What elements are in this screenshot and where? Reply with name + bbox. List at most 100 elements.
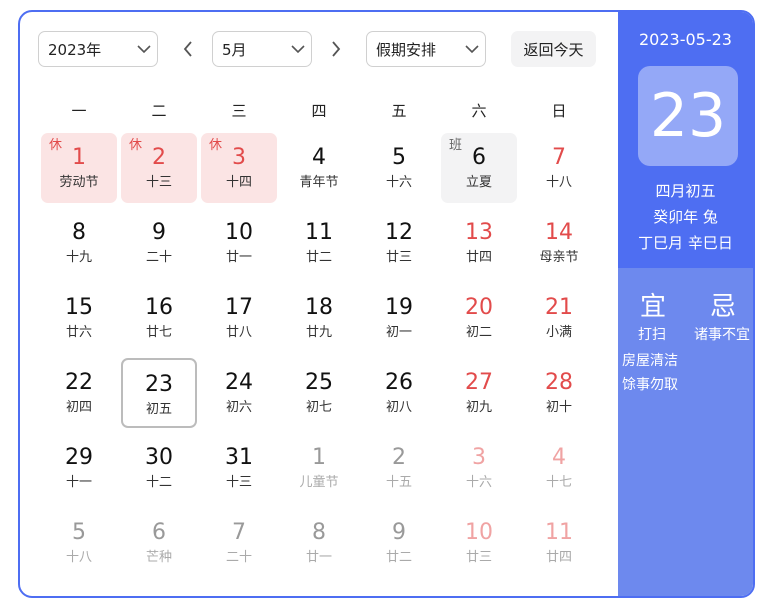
lunar-label: 二十	[225, 550, 252, 565]
month-select[interactable]: 5月	[212, 31, 312, 67]
lunar-label: 初九	[465, 400, 492, 415]
lunar-label: 十六	[385, 175, 412, 190]
date-cell[interactable]: 8 十九	[41, 208, 117, 278]
lunar-label: 初一	[385, 325, 412, 340]
lunar-label: 十一	[65, 475, 92, 490]
weekday-label: 六	[471, 102, 487, 120]
day-detail-panel: 2023-05-23 23 四月初五 癸卯年 兔 丁巳月 辛巳日 宜 忌 打扫 …	[618, 12, 753, 596]
date-cell[interactable]: 11 廿二	[281, 208, 357, 278]
date-cell[interactable]: 班 6 立夏	[441, 133, 517, 203]
date-cell[interactable]: 30 十二	[121, 433, 197, 503]
date-number: 2	[152, 145, 166, 170]
date-number: 14	[545, 220, 573, 245]
date-cell[interactable]: 休 1 劳动节	[41, 133, 117, 203]
date-cell[interactable]: 17 廿八	[201, 283, 277, 353]
date-number: 3	[232, 145, 246, 170]
date-cell[interactable]: 12 廿三	[361, 208, 437, 278]
year-select[interactable]: 2023年	[38, 31, 158, 67]
date-cell[interactable]: 22 初四	[41, 358, 117, 428]
date-number: 27	[465, 370, 493, 395]
date-number: 19	[385, 295, 413, 320]
date-cell[interactable]: 休 3 十四	[201, 133, 277, 203]
lunar-label: 小满	[545, 325, 572, 340]
date-cell[interactable]: 26 初八	[361, 358, 437, 428]
date-cell[interactable]: 4 十七	[521, 433, 597, 503]
date-cell[interactable]: 4 青年节	[281, 133, 357, 203]
date-cell[interactable]: 5 十六	[361, 133, 437, 203]
date-cell[interactable]: 6 芒种	[121, 508, 197, 578]
date-cell-today[interactable]: 23 初五	[121, 358, 197, 428]
lunar-label: 廿二	[385, 550, 412, 565]
chevron-right-icon	[332, 41, 341, 57]
date-cell[interactable]: 19 初一	[361, 283, 437, 353]
date-number: 7	[552, 145, 566, 170]
lunar-label: 十五	[385, 475, 412, 490]
back-to-today-button[interactable]: 返回今天	[511, 31, 596, 67]
date-number: 22	[65, 370, 93, 395]
date-cell[interactable]: 7 二十	[201, 508, 277, 578]
lunar-label: 初五	[145, 402, 172, 417]
selected-date: 2023-05-23	[639, 30, 732, 49]
date-cell[interactable]: 10 廿一	[201, 208, 277, 278]
lunar-label: 廿三	[385, 250, 412, 265]
chevron-down-icon	[131, 44, 157, 54]
date-number: 4	[552, 445, 566, 470]
lunar-label: 初六	[225, 400, 252, 415]
date-cell[interactable]: 10 廿三	[441, 508, 517, 578]
lunar-label: 初四	[65, 400, 92, 415]
date-cell[interactable]: 15 廿六	[41, 283, 117, 353]
date-cell[interactable]: 3 十六	[441, 433, 517, 503]
date-number: 23	[145, 372, 173, 397]
chevron-down-icon	[285, 44, 311, 54]
lunar-label: 廿四	[465, 250, 492, 265]
date-cell[interactable]: 1 儿童节	[281, 433, 357, 503]
lunar-label: 十三	[145, 175, 172, 190]
prev-month-button[interactable]	[178, 39, 198, 59]
lunar-label: 廿六	[65, 325, 92, 340]
selected-day-number: 23	[638, 66, 738, 166]
lunar-label: 廿一	[305, 550, 332, 565]
date-cell[interactable]: 25 初七	[281, 358, 357, 428]
lunar-label: 初七	[305, 400, 332, 415]
date-cell[interactable]: 29 十一	[41, 433, 117, 503]
date-cell[interactable]: 休 2 十三	[121, 133, 197, 203]
date-cell[interactable]: 24 初六	[201, 358, 277, 428]
date-number: 11	[545, 520, 573, 545]
date-number: 10	[465, 520, 493, 545]
date-number: 31	[225, 445, 253, 470]
lunar-label: 初二	[465, 325, 492, 340]
weekday-label: 五	[391, 102, 407, 120]
date-cell[interactable]: 14 母亲节	[521, 208, 597, 278]
date-cell[interactable]: 8 廿一	[281, 508, 357, 578]
chevron-left-icon	[183, 41, 192, 57]
date-cell[interactable]: 16 廿七	[121, 283, 197, 353]
lunar-label: 初十	[545, 400, 572, 415]
date-number: 21	[545, 295, 573, 320]
holiday-select[interactable]: 假期安排	[366, 31, 486, 67]
date-number: 1	[72, 145, 86, 170]
date-cell[interactable]: 28 初十	[521, 358, 597, 428]
date-number: 1	[312, 445, 326, 470]
date-cell[interactable]: 20 初二	[441, 283, 517, 353]
lunar-date: 四月初五	[655, 182, 716, 200]
yi-label: 宜	[639, 292, 666, 322]
date-cell[interactable]: 9 二十	[121, 208, 197, 278]
date-cell[interactable]: 18 廿九	[281, 283, 357, 353]
lunar-label: 十三	[225, 475, 252, 490]
date-number: 11	[305, 220, 333, 245]
date-cell[interactable]: 21 小满	[521, 283, 597, 353]
date-cell[interactable]: 31 十三	[201, 433, 277, 503]
yi-item: 打扫	[638, 327, 666, 343]
date-cell[interactable]: 11 廿四	[521, 508, 597, 578]
date-cell[interactable]: 5 十八	[41, 508, 117, 578]
date-cell[interactable]: 2 十五	[361, 433, 437, 503]
chevron-down-icon	[459, 44, 485, 54]
date-cell[interactable]: 9 廿二	[361, 508, 437, 578]
lunar-label: 十二	[145, 475, 172, 490]
date-cell[interactable]: 13 廿四	[441, 208, 517, 278]
date-cell[interactable]: 7 十八	[521, 133, 597, 203]
date-cell[interactable]: 27 初九	[441, 358, 517, 428]
date-number: 15	[65, 295, 93, 320]
weekday-label: 一	[71, 102, 87, 120]
next-month-button[interactable]	[326, 39, 346, 59]
